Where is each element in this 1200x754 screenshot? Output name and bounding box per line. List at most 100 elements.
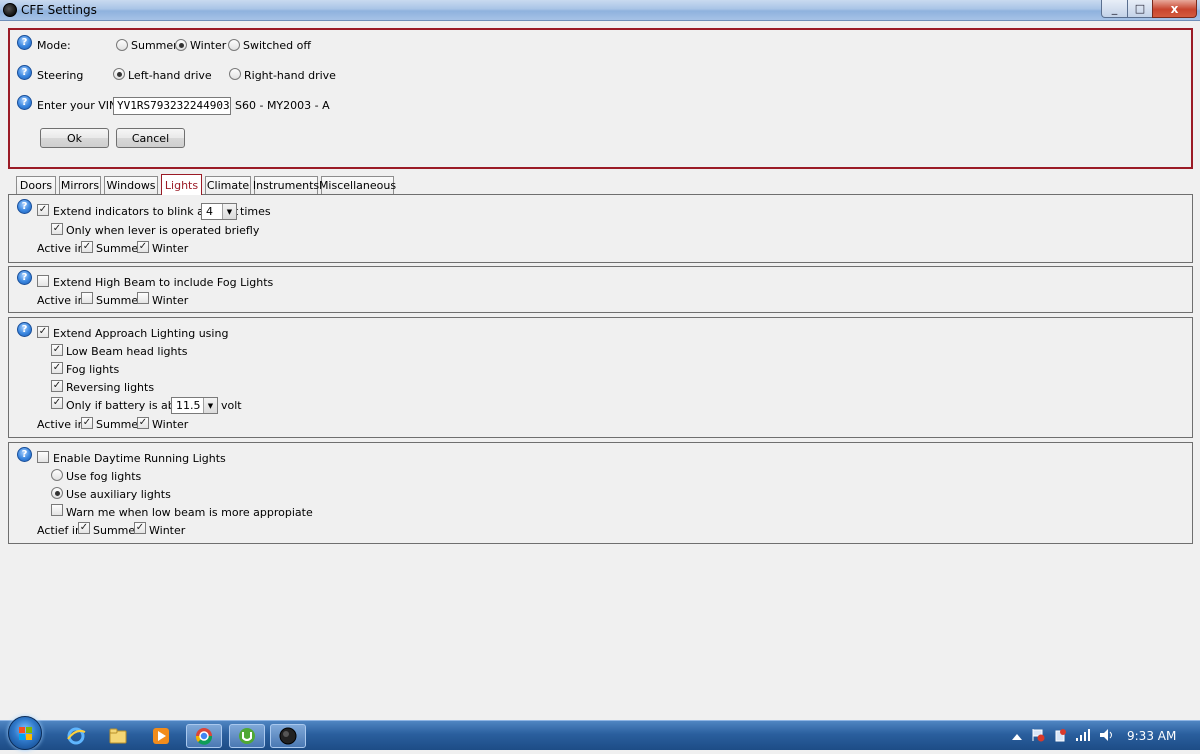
approach-summer-checkbox[interactable]: ✓ — [81, 417, 93, 429]
maximize-button[interactable]: □ — [1127, 0, 1153, 18]
battery-checkbox[interactable]: ✓ — [51, 397, 63, 409]
help-icon[interactable]: ? — [17, 65, 32, 80]
active-in-label: Active in — [37, 418, 85, 431]
volume-icon[interactable] — [1099, 728, 1115, 745]
drl-checkbox[interactable] — [37, 451, 49, 463]
help-icon[interactable]: ? — [17, 199, 32, 214]
high-beam-summer-label: Summer — [96, 294, 143, 307]
steering-left-label: Left-hand drive — [128, 69, 212, 82]
window-title: CFE Settings — [21, 3, 97, 17]
indicators-winter-checkbox[interactable]: ✓ — [137, 241, 149, 253]
mode-switched-off-label: Switched off — [243, 39, 311, 52]
voltage-select[interactable]: 11.5 ▼ — [171, 397, 218, 414]
low-beam-checkbox[interactable]: ✓ — [51, 344, 63, 356]
chevron-down-icon[interactable]: ▼ — [203, 398, 217, 413]
media-player-icon[interactable] — [143, 724, 179, 748]
blink-count-select[interactable]: 4 ▼ — [201, 203, 237, 220]
internet-explorer-icon — [67, 727, 86, 745]
ie-icon[interactable] — [58, 724, 94, 748]
high-beam-winter-label: Winter — [152, 294, 189, 307]
action-center-flag-icon[interactable] — [1031, 728, 1045, 745]
indicators-checkbox[interactable]: ✓ — [37, 204, 49, 216]
drl-fog-radio[interactable] — [51, 469, 63, 481]
help-icon[interactable]: ? — [17, 35, 32, 50]
vin-input[interactable]: YV1RS793232244903 — [113, 97, 231, 115]
utorrent-logo-icon — [239, 728, 255, 744]
help-icon[interactable]: ? — [17, 447, 32, 462]
tab-climate[interactable]: Climate — [205, 176, 251, 194]
voltage-suffix: volt — [221, 399, 242, 412]
high-beam-winter-checkbox[interactable] — [137, 292, 149, 304]
drl-label: Enable Daytime Running Lights — [53, 452, 226, 465]
approach-winter-checkbox[interactable]: ✓ — [137, 417, 149, 429]
vin-label: Enter your VIN: — [37, 99, 121, 112]
tab-lights[interactable]: Lights — [161, 174, 202, 195]
approach-summer-label: Summer — [96, 418, 143, 431]
help-icon[interactable]: ? — [17, 95, 32, 110]
reversing-lights-checkbox[interactable]: ✓ — [51, 380, 63, 392]
steering-right-radio[interactable] — [229, 68, 241, 80]
tab-doors[interactable]: Doors — [16, 176, 56, 194]
mode-winter-label: Winter — [190, 39, 227, 52]
title-bar[interactable] — [0, 0, 1200, 21]
approach-lighting-checkbox[interactable]: ✓ — [37, 326, 49, 338]
drl-auxiliary-radio[interactable] — [51, 487, 63, 499]
vin-model-label: S60 - MY2003 - A — [235, 99, 330, 112]
app-icon[interactable] — [3, 3, 17, 17]
drl-summer-checkbox[interactable]: ✓ — [78, 522, 90, 534]
utorrent-icon[interactable] — [229, 724, 265, 748]
cfe-logo-icon — [279, 727, 297, 745]
play-icon — [153, 728, 169, 744]
mode-summer-radio[interactable] — [116, 39, 128, 51]
fog-lights-checkbox[interactable]: ✓ — [51, 362, 63, 374]
ok-button[interactable]: Ok — [40, 128, 109, 148]
tab-miscellaneous[interactable]: Miscellaneous — [319, 176, 396, 194]
show-hidden-icons-icon[interactable] — [1012, 731, 1022, 744]
high-beam-summer-checkbox[interactable] — [81, 292, 93, 304]
network-signal-icon[interactable] — [1075, 728, 1091, 745]
drl-fog-label: Use fog lights — [66, 470, 142, 483]
drl-winter-label: Winter — [149, 524, 186, 537]
active-in-label: Actief in — [37, 524, 82, 537]
chrome-logo-icon — [195, 728, 213, 745]
lever-briefly-checkbox[interactable]: ✓ — [51, 223, 63, 235]
tab-mirrors[interactable]: Mirrors — [59, 176, 101, 194]
mode-summer-label: Summer — [131, 39, 178, 52]
folder-icon — [109, 728, 127, 744]
approach-lighting-label: Extend Approach Lighting using — [53, 327, 229, 340]
clock[interactable]: 9:33 AM — [1127, 729, 1176, 743]
mode-switched-off-radio[interactable] — [228, 39, 240, 51]
indicators-summer-label: Summer — [96, 242, 143, 255]
tab-windows[interactable]: Windows — [104, 176, 158, 194]
active-in-label: Active in — [37, 242, 85, 255]
chevron-down-icon[interactable]: ▼ — [222, 204, 236, 219]
steering-right-label: Right-hand drive — [244, 69, 336, 82]
indicators-winter-label: Winter — [152, 242, 189, 255]
windows-logo-icon — [19, 727, 32, 740]
help-icon[interactable]: ? — [17, 322, 32, 337]
reversing-lights-label: Reversing lights — [66, 381, 155, 394]
high-beam-checkbox[interactable] — [37, 275, 49, 287]
drl-winter-checkbox[interactable]: ✓ — [134, 522, 146, 534]
indicators-summer-checkbox[interactable]: ✓ — [81, 241, 93, 253]
warn-low-beam-checkbox[interactable] — [51, 504, 63, 516]
high-beam-label: Extend High Beam to include Fog Lights — [53, 276, 274, 289]
cancel-button[interactable]: Cancel — [116, 128, 185, 148]
minimize-button[interactable]: _ — [1101, 0, 1128, 18]
chrome-icon[interactable] — [186, 724, 222, 748]
lever-briefly-label: Only when lever is operated briefly — [66, 224, 260, 237]
warn-low-beam-label: Warn me when low beam is more appropiate — [66, 506, 313, 519]
approach-winter-label: Winter — [152, 418, 189, 431]
tab-instruments[interactable]: Instruments — [253, 176, 319, 194]
help-icon[interactable]: ? — [17, 270, 32, 285]
cfe-app-icon[interactable] — [270, 724, 306, 748]
close-button[interactable]: x — [1152, 0, 1197, 18]
drl-auxiliary-label: Use auxiliary lights — [66, 488, 171, 501]
steering-left-radio[interactable] — [113, 68, 125, 80]
fog-lights-label: Fog lights — [66, 363, 120, 376]
explorer-icon[interactable] — [100, 724, 136, 748]
mode-winter-radio[interactable] — [175, 39, 187, 51]
mode-label: Mode: — [37, 39, 71, 52]
power-icon[interactable] — [1053, 728, 1067, 745]
start-button[interactable] — [8, 716, 42, 750]
